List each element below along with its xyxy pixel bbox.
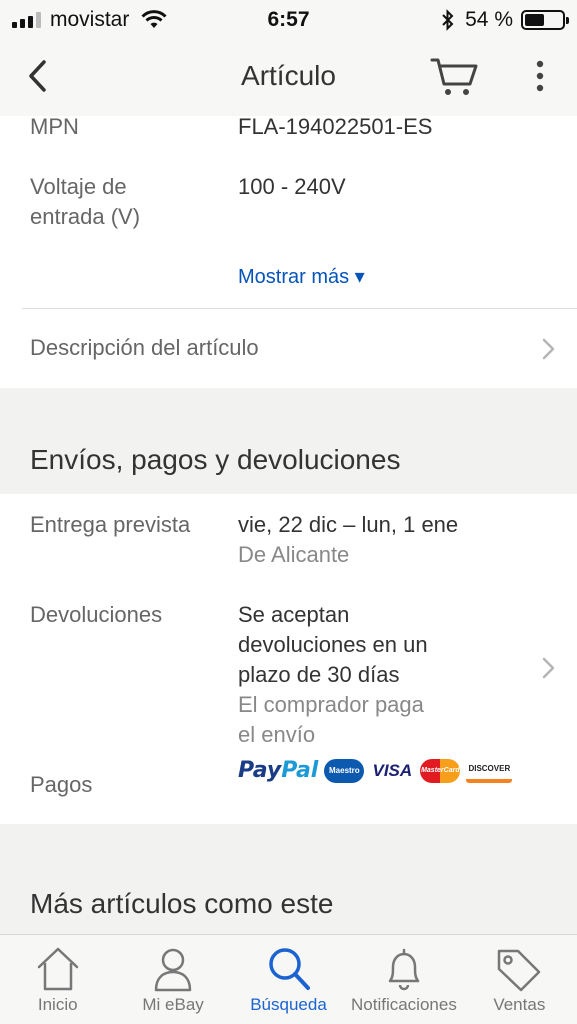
tag-icon xyxy=(498,949,541,992)
shipping-section-header-band: Envíos, pagos y devoluciones xyxy=(0,388,577,494)
returns-note-line: El comprador paga xyxy=(238,692,424,717)
payments-row: Pagos PayPal Maestro VISA MasterCard DIS… xyxy=(0,756,577,797)
payments-label: Pagos xyxy=(30,772,93,797)
chevron-right-icon xyxy=(542,657,555,679)
tab-inicio[interactable]: Inicio xyxy=(0,935,115,1024)
tab-label: Ventas xyxy=(493,995,546,1014)
shipping-payments-card: Entrega prevista vie, 22 dic – lun, 1 en… xyxy=(0,494,577,824)
returns-value: Se aceptan devoluciones en un plazo de 3… xyxy=(238,600,428,750)
battery-percent: 54 % xyxy=(465,8,513,31)
tab-label: Notificaciones xyxy=(351,995,457,1014)
returns-label: Devoluciones xyxy=(30,602,163,627)
spec-label: Voltaje de entrada (V) xyxy=(30,172,140,232)
returns-policy-line: Se aceptan xyxy=(238,602,350,627)
maestro-logo: Maestro xyxy=(324,759,365,783)
tab-notificaciones[interactable]: Notificaciones xyxy=(346,935,461,1024)
section-header: Más artículos como este xyxy=(30,888,334,919)
returns-policy-line: devoluciones en un xyxy=(238,632,428,657)
navigation-bar: Artículo xyxy=(0,40,577,116)
delivery-value: vie, 22 dic – lun, 1 ene De Alicante xyxy=(238,510,458,570)
more-items-band: Más artículos como este xyxy=(0,824,577,934)
spec-value: FLA-194022501-ES xyxy=(238,116,433,139)
battery-icon xyxy=(521,10,569,30)
item-details-content[interactable]: MPN FLA-194022501-ES Voltaje de entrada … xyxy=(0,116,577,934)
returns-row[interactable]: Devoluciones Se aceptan devoluciones en … xyxy=(0,600,577,750)
spec-label-line: entrada (V) xyxy=(30,204,141,229)
delivery-origin: De Alicante xyxy=(238,542,350,567)
returns-note-line: el envío xyxy=(238,722,316,747)
discover-logo: DISCOVER xyxy=(466,759,513,783)
payment-methods: PayPal Maestro VISA MasterCard DISCOVER xyxy=(238,756,513,786)
tab-label: Mi eBay xyxy=(142,995,204,1014)
visa-logo: VISA xyxy=(372,761,413,780)
tab-busqueda[interactable]: Búsqueda xyxy=(231,935,346,1024)
item-description-label: Descripción del artículo xyxy=(30,335,259,360)
page-title: Artículo xyxy=(241,60,336,91)
spec-label: MPN xyxy=(30,116,79,139)
paypal-logo: PayPal xyxy=(238,758,319,783)
spec-label-line: Voltaje de xyxy=(30,174,127,199)
delivery-label: Entrega prevista xyxy=(30,512,191,537)
more-options-icon[interactable] xyxy=(528,56,552,96)
tab-label: Inicio xyxy=(37,995,78,1014)
spec-row-voltage: Voltaje de entrada (V) 100 - 240V xyxy=(0,172,577,236)
section-header: Envíos, pagos y devoluciones xyxy=(30,444,401,475)
mastercard-logo: MasterCard xyxy=(420,759,461,783)
tab-label: Búsqueda xyxy=(250,995,327,1014)
item-specifics-card: MPN FLA-194022501-ES Voltaje de entrada … xyxy=(0,116,577,388)
spec-row-mpn: MPN FLA-194022501-ES xyxy=(0,116,577,146)
status-bar: movistar 6:57 54 % xyxy=(0,0,577,40)
cart-icon[interactable] xyxy=(428,54,480,98)
search-icon xyxy=(268,948,310,990)
bluetooth-icon xyxy=(442,9,454,31)
spec-value: 100 - 240V xyxy=(238,174,346,199)
status-right: 54 % xyxy=(441,8,569,32)
tab-ventas[interactable]: Ventas xyxy=(462,935,577,1024)
item-description-row[interactable]: Descripción del artículo xyxy=(0,309,577,388)
home-icon xyxy=(37,947,78,991)
bell-icon xyxy=(388,948,420,991)
user-icon xyxy=(154,948,192,992)
show-more-link[interactable]: Mostrar más ▾ xyxy=(238,264,365,289)
chevron-right-icon xyxy=(542,338,555,360)
delivery-dates: vie, 22 dic – lun, 1 ene xyxy=(238,512,459,537)
tab-mi-ebay[interactable]: Mi eBay xyxy=(115,935,230,1024)
tab-bar: Inicio Mi eBay Búsqueda Notificaciones V… xyxy=(0,934,577,1024)
returns-policy-line: plazo de 30 días xyxy=(238,662,400,687)
